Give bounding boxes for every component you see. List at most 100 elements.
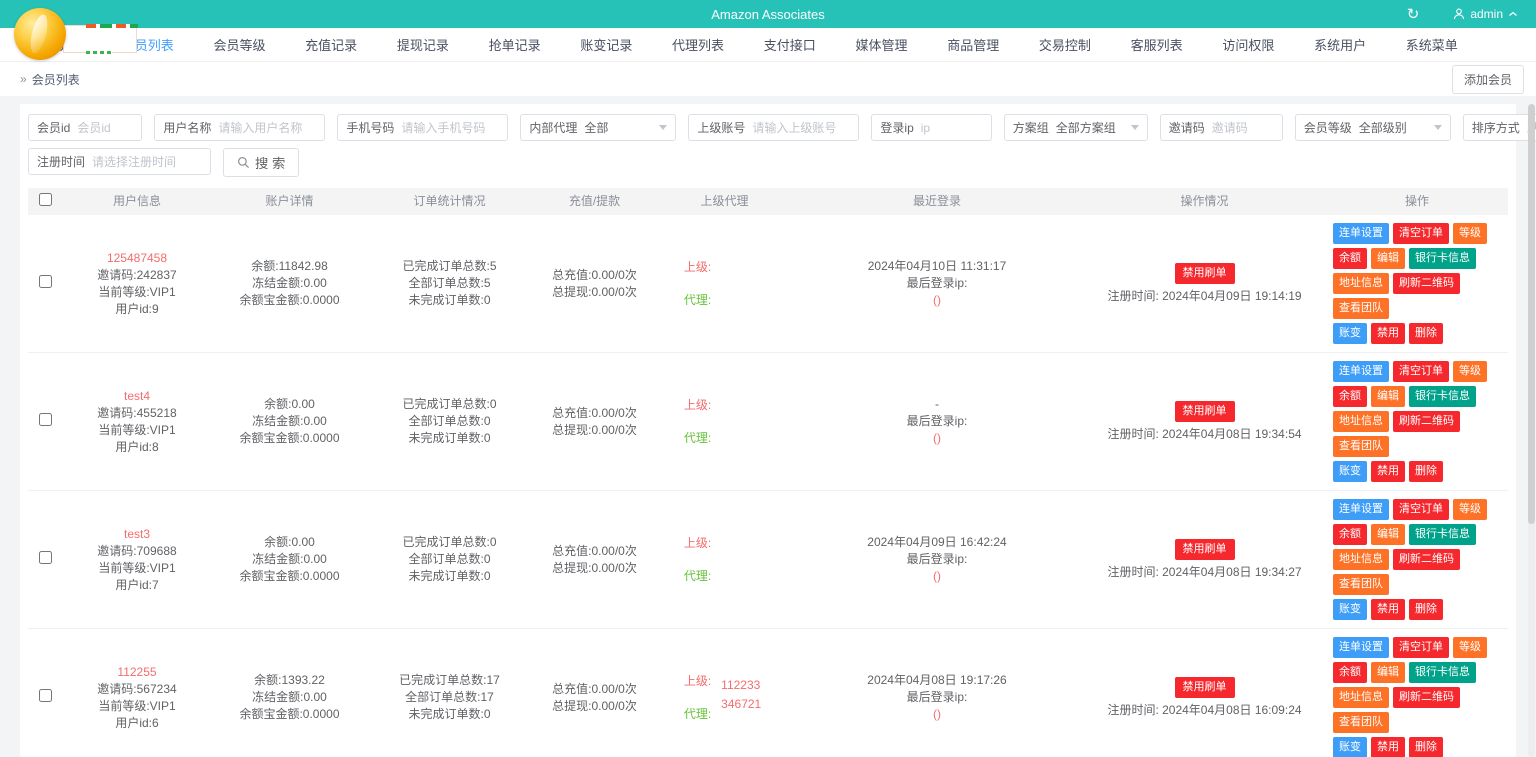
action-禁用-button[interactable]: 禁用 xyxy=(1371,599,1405,620)
nav-item-14[interactable]: 访问权限 xyxy=(1222,35,1274,54)
filter-parent-account[interactable]: 上级账号 xyxy=(688,114,860,141)
action-等级-button[interactable]: 等级 xyxy=(1453,499,1487,520)
select-all-checkbox[interactable] xyxy=(38,192,52,206)
user-menu[interactable]: admin xyxy=(1453,7,1518,21)
action-银行卡信息-button[interactable]: 银行卡信息 xyxy=(1409,248,1476,269)
scrollbar-thumb[interactable] xyxy=(1528,104,1535,524)
refresh-icon[interactable]: ↻ xyxy=(1407,5,1420,23)
action-连单设置-button[interactable]: 连单设置 xyxy=(1333,637,1389,658)
user-name[interactable]: 112255 xyxy=(62,664,212,681)
action-银行卡信息-button[interactable]: 银行卡信息 xyxy=(1409,524,1476,545)
action-连单设置-button[interactable]: 连单设置 xyxy=(1333,223,1389,244)
action-查看团队-button[interactable]: 查看团队 xyxy=(1333,436,1389,457)
action-删除-button[interactable]: 删除 xyxy=(1409,461,1443,482)
action-禁用-button[interactable]: 禁用 xyxy=(1371,323,1405,344)
row-checkbox[interactable] xyxy=(38,412,52,426)
action-禁用-button[interactable]: 禁用 xyxy=(1371,737,1405,757)
action-余额-button[interactable]: 余额 xyxy=(1333,248,1367,269)
filter-plan-group[interactable]: 方案组 全部方案组 xyxy=(1003,114,1148,141)
nav-item-16[interactable]: 系统菜单 xyxy=(1406,35,1458,54)
action-禁用-button[interactable]: 禁用 xyxy=(1371,461,1405,482)
action-余额-button[interactable]: 余额 xyxy=(1333,386,1367,407)
action-清空订单-button[interactable]: 清空订单 xyxy=(1393,223,1449,244)
search-button[interactable]: 搜 索 xyxy=(223,148,300,177)
filter-internal-agent[interactable]: 内部代理 全部 xyxy=(520,114,677,141)
action-等级-button[interactable]: 等级 xyxy=(1453,637,1487,658)
action-刷新二维码-button[interactable]: 刷新二维码 xyxy=(1393,687,1460,708)
action-账变-button[interactable]: 账变 xyxy=(1333,737,1367,757)
filter-invite-code[interactable]: 邀请码 xyxy=(1159,114,1283,141)
action-编辑-button[interactable]: 编辑 xyxy=(1371,248,1405,269)
user-name[interactable]: test3 xyxy=(62,526,212,543)
action-账变-button[interactable]: 账变 xyxy=(1333,599,1367,620)
action-删除-button[interactable]: 删除 xyxy=(1409,323,1443,344)
action-刷新二维码-button[interactable]: 刷新二维码 xyxy=(1393,411,1460,432)
row-checkbox[interactable] xyxy=(38,550,52,564)
action-查看团队-button[interactable]: 查看团队 xyxy=(1333,298,1389,319)
filter-phone[interactable]: 手机号码 xyxy=(337,114,509,141)
action-刷新二维码-button[interactable]: 刷新二维码 xyxy=(1393,549,1460,570)
user-name-input[interactable] xyxy=(218,120,317,135)
parent-account-input[interactable] xyxy=(752,120,851,135)
row-checkbox[interactable] xyxy=(38,688,52,702)
filter-member-level[interactable]: 会员等级 全部级别 xyxy=(1294,114,1451,141)
nav-item-8[interactable]: 代理列表 xyxy=(672,35,724,54)
action-清空订单-button[interactable]: 清空订单 xyxy=(1393,361,1449,382)
phone-input[interactable] xyxy=(401,120,500,135)
nav-item-6[interactable]: 抢单记录 xyxy=(489,35,541,54)
disable-brushing-badge[interactable]: 禁用刷单 xyxy=(1174,400,1235,422)
action-等级-button[interactable]: 等级 xyxy=(1453,223,1487,244)
reg-time-input[interactable] xyxy=(92,154,203,169)
action-连单设置-button[interactable]: 连单设置 xyxy=(1333,499,1389,520)
action-编辑-button[interactable]: 编辑 xyxy=(1371,386,1405,407)
action-余额-button[interactable]: 余额 xyxy=(1333,524,1367,545)
filter-login-ip[interactable]: 登录ip xyxy=(871,114,992,141)
nav-item-3[interactable]: 会员等级 xyxy=(213,35,265,54)
action-银行卡信息-button[interactable]: 银行卡信息 xyxy=(1409,662,1476,683)
action-刷新二维码-button[interactable]: 刷新二维码 xyxy=(1393,273,1460,294)
nav-item-9[interactable]: 支付接口 xyxy=(764,35,816,54)
action-清空订单-button[interactable]: 清空订单 xyxy=(1393,637,1449,658)
user-name[interactable]: test4 xyxy=(62,388,212,405)
disable-brushing-badge[interactable]: 禁用刷单 xyxy=(1174,538,1235,560)
action-清空订单-button[interactable]: 清空订单 xyxy=(1393,499,1449,520)
action-删除-button[interactable]: 删除 xyxy=(1409,737,1443,757)
disable-brushing-badge[interactable]: 禁用刷单 xyxy=(1174,676,1235,698)
action-余额-button[interactable]: 余额 xyxy=(1333,662,1367,683)
filter-sort-order[interactable]: 排序方式默认排序 xyxy=(1462,114,1536,141)
action-地址信息-button[interactable]: 地址信息 xyxy=(1333,411,1389,432)
filter-reg-time[interactable]: 注册时间 xyxy=(28,148,212,175)
user-name[interactable]: 125487458 xyxy=(62,250,212,267)
action-地址信息-button[interactable]: 地址信息 xyxy=(1333,549,1389,570)
add-member-button[interactable]: 添加会员 xyxy=(1451,64,1524,94)
action-地址信息-button[interactable]: 地址信息 xyxy=(1333,273,1389,294)
nav-item-11[interactable]: 商品管理 xyxy=(947,35,999,54)
nav-item-10[interactable]: 媒体管理 xyxy=(855,35,907,54)
nav-item-12[interactable]: 交易控制 xyxy=(1039,35,1091,54)
account-line: 余额:0.00 xyxy=(264,397,315,411)
action-等级-button[interactable]: 等级 xyxy=(1453,361,1487,382)
nav-item-4[interactable]: 充值记录 xyxy=(305,35,357,54)
member-id-input[interactable] xyxy=(77,120,134,135)
nav-item-7[interactable]: 账变记录 xyxy=(580,35,632,54)
nav-item-5[interactable]: 提现记录 xyxy=(397,35,449,54)
action-删除-button[interactable]: 删除 xyxy=(1409,599,1443,620)
action-账变-button[interactable]: 账变 xyxy=(1333,461,1367,482)
filter-user-name[interactable]: 用户名称 xyxy=(154,114,326,141)
action-账变-button[interactable]: 账变 xyxy=(1333,323,1367,344)
row-checkbox[interactable] xyxy=(38,274,52,288)
action-查看团队-button[interactable]: 查看团队 xyxy=(1333,574,1389,595)
action-地址信息-button[interactable]: 地址信息 xyxy=(1333,687,1389,708)
vertical-scrollbar[interactable] xyxy=(1528,104,1535,757)
disable-brushing-badge[interactable]: 禁用刷单 xyxy=(1174,262,1235,284)
action-编辑-button[interactable]: 编辑 xyxy=(1371,524,1405,545)
action-编辑-button[interactable]: 编辑 xyxy=(1371,662,1405,683)
nav-item-13[interactable]: 客服列表 xyxy=(1131,35,1183,54)
filter-member-id[interactable]: 会员id xyxy=(28,114,143,141)
invite-code-input[interactable] xyxy=(1211,120,1274,135)
nav-item-15[interactable]: 系统用户 xyxy=(1314,35,1366,54)
login-ip-input[interactable] xyxy=(920,120,983,135)
action-银行卡信息-button[interactable]: 银行卡信息 xyxy=(1409,386,1476,407)
action-连单设置-button[interactable]: 连单设置 xyxy=(1333,361,1389,382)
action-查看团队-button[interactable]: 查看团队 xyxy=(1333,712,1389,733)
